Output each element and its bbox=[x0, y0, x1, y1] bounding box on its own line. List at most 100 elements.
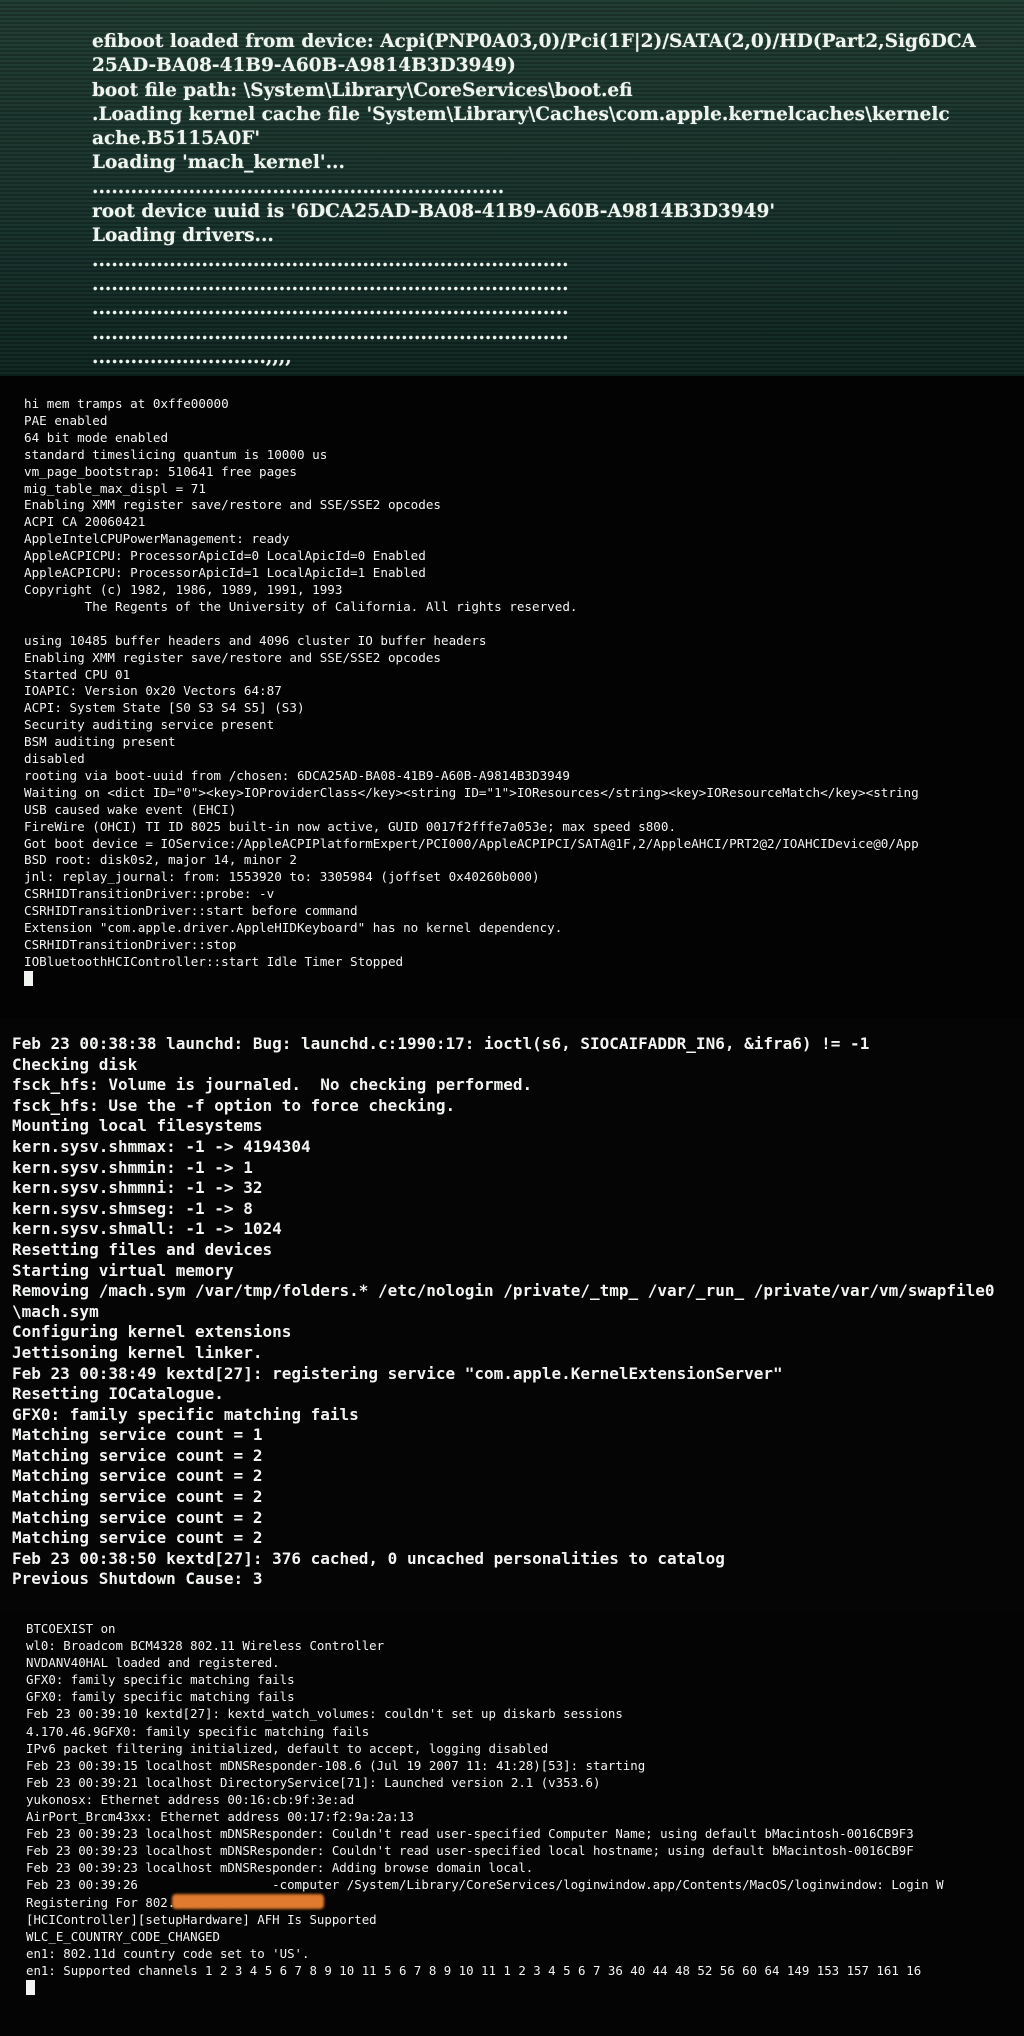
log-line: ache.B5115A0F' bbox=[92, 128, 261, 150]
log-line: 4.170.46.9GFX0: family specific matching… bbox=[26, 1723, 370, 1739]
log-line: Matching service count = 1 bbox=[12, 1425, 263, 1445]
log-line: disabled bbox=[24, 751, 85, 767]
log-line: ........................................… bbox=[92, 322, 569, 344]
log-line: BTCOEXIST on bbox=[26, 1621, 116, 1636]
log-line: Checking disk bbox=[12, 1054, 138, 1074]
log-line: rooting via boot-uuid from /chosen: 6DCA… bbox=[24, 767, 570, 783]
log-line: vm_page_bootstrap: 510641 free pages bbox=[24, 463, 297, 479]
log-line: The Regents of the University of Califor… bbox=[24, 598, 578, 614]
log-line: .Loading kernel cache file 'System\Libra… bbox=[92, 103, 950, 125]
log-line: [HCIController][setupHardware] AFH Is Su… bbox=[26, 1911, 377, 1927]
log-line: WLC_E_COUNTRY_CODE_CHANGED bbox=[26, 1928, 220, 1944]
efi-boot-screen: efiboot loaded from device: Acpi(PNP0A03… bbox=[0, 0, 1024, 376]
log-line: FireWire (OHCI) TI ID 8025 built-in now … bbox=[24, 818, 677, 834]
log-line: ........................................… bbox=[92, 298, 569, 320]
log-line: ...........................,,,, bbox=[92, 346, 292, 368]
log-line: BSD root: disk0s2, major 14, minor 2 bbox=[24, 852, 297, 868]
log-line: Enabling XMM register save/restore and S… bbox=[24, 497, 442, 513]
log-line: ........................................… bbox=[92, 273, 569, 295]
log-line: Previous Shutdown Cause: 3 bbox=[12, 1569, 263, 1589]
log-line: using 10485 buffer headers and 4096 clus… bbox=[24, 632, 487, 648]
log-line: Feb 23 00:38:50 kextd[27]: 376 cached, 0… bbox=[12, 1548, 725, 1568]
log-line: Matching service count = 2 bbox=[12, 1487, 263, 1507]
log-line: Loading 'mach_kernel'... bbox=[92, 152, 345, 174]
log-line: Feb 23 00:39:26 -computer /System/Librar… bbox=[26, 1877, 944, 1893]
log-line: boot file path: \System\Library\CoreServ… bbox=[92, 79, 633, 101]
log-line: USB caused wake event (EHCI) bbox=[24, 801, 237, 817]
log-line: IOBluetoothHCIController::start Idle Tim… bbox=[24, 953, 404, 969]
log-line: en1: Supported channels 1 2 3 4 5 6 7 8 … bbox=[26, 1962, 922, 1978]
efi-boot-text: efiboot loaded from device: Acpi(PNP0A03… bbox=[92, 30, 976, 370]
log-line: Matching service count = 2 bbox=[12, 1507, 263, 1527]
log-line: PAE enabled bbox=[24, 412, 108, 428]
log-line: Enabling XMM register save/restore and S… bbox=[24, 649, 442, 665]
log-line: Feb 23 00:38:49 kextd[27]: registering s… bbox=[12, 1363, 783, 1383]
log-line: fsck_hfs: Volume is journaled. No checki… bbox=[12, 1075, 533, 1095]
log-line: ........................................… bbox=[92, 176, 505, 198]
log-line: CSRHIDTransitionDriver::probe: -v bbox=[24, 886, 275, 902]
log-line: CSRHIDTransitionDriver::start before com… bbox=[24, 903, 358, 919]
log-line: Feb 23 00:39:23 localhost mDNSResponder:… bbox=[26, 1843, 914, 1859]
log-line: Feb 23 00:38:38 launchd: Bug: launchd.c:… bbox=[12, 1034, 870, 1053]
log-line: standard timeslicing quantum is 10000 us bbox=[24, 446, 328, 462]
log-line: Loading drivers... bbox=[92, 225, 274, 247]
log-line: Feb 23 00:39:23 localhost mDNSResponder:… bbox=[26, 1826, 914, 1842]
redacted-username bbox=[172, 1894, 324, 1909]
log-line: Feb 23 00:39:21 localhost DirectoryServi… bbox=[26, 1774, 601, 1790]
log-line: mig_table_max_displ = 71 bbox=[24, 480, 206, 496]
log-line: ACPI: System State [S0 S3 S4 S5] (S3) bbox=[24, 700, 305, 716]
log-line: CSRHIDTransitionDriver::stop bbox=[24, 937, 237, 952]
log-line: NVDANV40HAL loaded and registered. bbox=[26, 1655, 280, 1671]
log-line: Matching service count = 2 bbox=[12, 1445, 263, 1465]
log-line: 64 bit mode enabled bbox=[24, 429, 169, 445]
log-line: kern.sysv.shmmni: -1 -> 32 bbox=[12, 1178, 263, 1198]
log-line: Extension "com.apple.driver.AppleHIDKeyb… bbox=[24, 920, 563, 936]
log-line: Mounting local filesystems bbox=[12, 1116, 263, 1136]
log-line: en1: 802.11d country code set to 'US'. bbox=[26, 1945, 310, 1961]
log-line: IOAPIC: Version 0x20 Vectors 64:87 bbox=[24, 683, 282, 699]
log-line: Feb 23 00:39:23 localhost mDNSResponder:… bbox=[26, 1860, 534, 1876]
kernel-verbose-screen: hi mem tramps at 0xffe00000 PAE enabled … bbox=[0, 376, 1024, 1018]
cursor-block-icon bbox=[26, 1979, 35, 1995]
log-line: AirPort_Brcm43xx: Ethernet address 00:17… bbox=[26, 1809, 414, 1825]
log-line: Resetting IOCatalogue. bbox=[12, 1384, 224, 1404]
log-line: wl0: Broadcom BCM4328 802.11 Wireless Co… bbox=[26, 1638, 385, 1654]
log-line: Configuring kernel extensions bbox=[12, 1322, 292, 1342]
log-line: kern.sysv.shmmin: -1 -> 1 bbox=[12, 1157, 253, 1177]
log-line: IPv6 packet filtering initialized, defau… bbox=[26, 1740, 549, 1756]
log-line: Jettisoning kernel linker. bbox=[12, 1342, 263, 1362]
log-line: Security auditing service present bbox=[24, 717, 275, 733]
log-line: AppleACPICPU: ProcessorApicId=1 LocalApi… bbox=[24, 565, 426, 581]
log-line: Waiting on <dict ID="0"><key>IOProviderC… bbox=[24, 784, 919, 800]
log-line: kern.sysv.shmmax: -1 -> 4194304 bbox=[12, 1136, 311, 1156]
log-line: GFX0: family specific matching fails bbox=[12, 1404, 359, 1424]
log-line: Started CPU 01 bbox=[24, 666, 131, 682]
log-line: Resetting files and devices bbox=[12, 1239, 273, 1259]
log-line: Got boot device = IOService:/AppleACPIPl… bbox=[24, 835, 919, 851]
log-line: hi mem tramps at 0xffe00000 bbox=[24, 396, 229, 411]
log-line: AppleACPICPU: ProcessorApicId=0 LocalApi… bbox=[24, 548, 426, 564]
launchd-log-text: Feb 23 00:38:38 launchd: Bug: launchd.c:… bbox=[12, 1034, 995, 1590]
log-line: GFX0: family specific matching fails bbox=[26, 1672, 295, 1688]
log-line: Feb 23 00:39:15 localhost mDNSResponder-… bbox=[26, 1757, 646, 1773]
log-line: BSM auditing present bbox=[24, 734, 176, 750]
kernel-log-text: hi mem tramps at 0xffe00000 PAE enabled … bbox=[24, 396, 919, 988]
log-line: Starting virtual memory bbox=[12, 1260, 234, 1280]
log-line: Removing /mach.sym /var/tmp/folders.* /e… bbox=[12, 1281, 995, 1301]
system-log-screen: BTCOEXIST on wl0: Broadcom BCM4328 802.1… bbox=[0, 1612, 1024, 2036]
log-line: Matching service count = 2 bbox=[12, 1466, 263, 1486]
log-line: jnl: replay_journal: from: 1553920 to: 3… bbox=[24, 869, 540, 885]
log-line: efiboot loaded from device: Acpi(PNP0A03… bbox=[92, 31, 976, 52]
log-line: kern.sysv.shmall: -1 -> 1024 bbox=[12, 1219, 282, 1239]
log-line: fsck_hfs: Use the -f option to force che… bbox=[12, 1095, 456, 1115]
log-line: \mach.sym bbox=[12, 1301, 99, 1321]
log-line: kern.sysv.shmseg: -1 -> 8 bbox=[12, 1198, 253, 1218]
system-log-text: BTCOEXIST on wl0: Broadcom BCM4328 802.1… bbox=[26, 1620, 944, 1996]
log-line: AppleIntelCPUPowerManagement: ready bbox=[24, 531, 290, 547]
log-line: 25AD-BA08-41B9-A60B-A9814B3D3949) bbox=[92, 55, 516, 77]
log-line: Feb 23 00:39:10 kextd[27]: kextd_watch_v… bbox=[26, 1706, 623, 1722]
launchd-boot-screen: Feb 23 00:38:38 launchd: Bug: launchd.c:… bbox=[0, 1018, 1024, 1612]
log-line: Copyright (c) 1982, 1986, 1989, 1991, 19… bbox=[24, 581, 343, 597]
log-line: root device uuid is '6DCA25AD-BA08-41B9-… bbox=[92, 201, 776, 223]
log-line: ACPI CA 20060421 bbox=[24, 514, 146, 530]
